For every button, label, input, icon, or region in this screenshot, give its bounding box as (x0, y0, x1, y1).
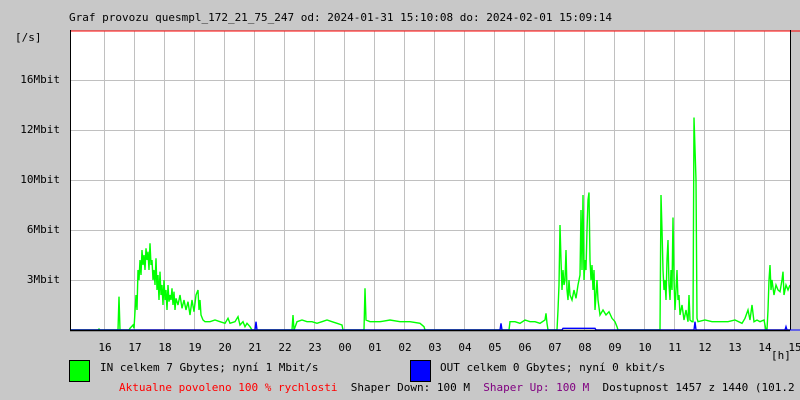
legend-in-swatch (69, 360, 90, 382)
x-tick-label: 05 (488, 341, 502, 354)
shaper-up-label: Shaper Up: (483, 381, 550, 394)
legend-out-swatch (410, 360, 431, 382)
x-tick-label: 04 (458, 341, 472, 354)
x-tick-label: 02 (398, 341, 412, 354)
x-tick-label: 17 (128, 341, 142, 354)
x-tick-label: 11 (668, 341, 682, 354)
x-tick-label: 13 (728, 341, 742, 354)
y-tick-label: 12Mbit (20, 123, 60, 136)
x-tick-label: 18 (158, 341, 172, 354)
y-tick-label: 6Mbit (26, 223, 60, 236)
x-tick-label: 09 (608, 341, 622, 354)
x-tick-label: 03 (428, 341, 442, 354)
x-tick-label: 14 (758, 341, 772, 354)
x-tick-label: 23 (308, 341, 322, 354)
traffic-chart (70, 30, 800, 332)
availability: Dostupnost 1457 z 1440 (101.2 %) (602, 381, 800, 394)
x-tick-label: 01 (368, 341, 382, 354)
legend-in-text: IN celkem 7 Gbytes; nyní 1 Mbit/s (100, 361, 319, 374)
x-tick-label: 15 (788, 341, 800, 354)
shaper-down-value: 100 M (436, 381, 471, 394)
x-tick-label: 10 (638, 341, 652, 354)
y-tick-label: 16Mbit (20, 73, 60, 86)
shaper-down-label: Shaper Down: (350, 381, 431, 394)
y-tick-label: 10Mbit (20, 173, 60, 186)
x-tick-label: 00 (338, 341, 352, 354)
x-tick-label: 19 (188, 341, 202, 354)
allowed-speed: Aktualne povoleno 100 % rychlosti (119, 381, 338, 394)
y-tick-label: 3Mbit (26, 273, 60, 286)
status-line: Aktualne povoleno 100 % rychlosti Shaper… (119, 381, 800, 394)
x-tick-label: 07 (548, 341, 562, 354)
legend-out-text: OUT celkem 0 Gbytes; nyní 0 kbit/s (440, 361, 666, 374)
shaper-up-value: 100 M (556, 381, 590, 394)
x-tick-label: 20 (218, 341, 232, 354)
x-tick-label: 06 (518, 341, 532, 354)
x-tick-label: 22 (278, 341, 292, 354)
x-tick-label: 08 (578, 341, 592, 354)
x-tick-label: 12 (698, 341, 712, 354)
x-tick-label: 21 (248, 341, 262, 354)
x-tick-label: 16 (98, 341, 112, 354)
